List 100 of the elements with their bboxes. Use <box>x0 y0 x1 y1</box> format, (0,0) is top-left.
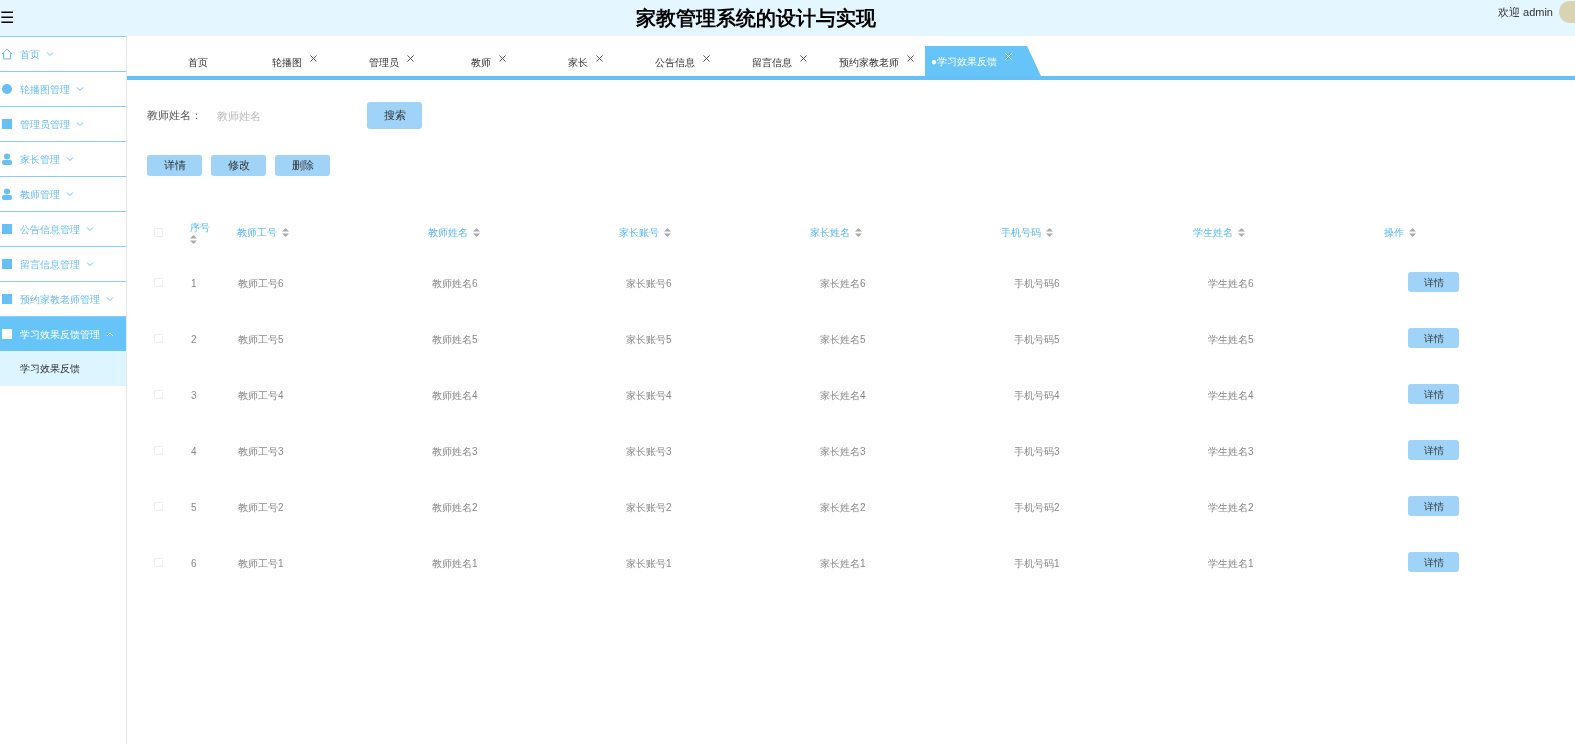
table-cell: 手机号码3 <box>1014 446 1060 457</box>
table-cell: 学生姓名2 <box>1208 502 1254 513</box>
table-cell: 家长账号1 <box>626 558 672 569</box>
table-cell: 教师工号4 <box>238 390 284 401</box>
tab[interactable]: 公告信息 <box>634 48 731 76</box>
sort-icon[interactable] <box>664 227 672 237</box>
tab[interactable]: 首页 <box>149 48 246 76</box>
chevron-down-icon <box>46 51 54 57</box>
table-cell: 家长账号3 <box>626 446 672 457</box>
chevron-down-icon <box>66 191 74 197</box>
action-button[interactable]: 详情 <box>147 155 202 176</box>
table-cell: 家长姓名1 <box>820 558 866 569</box>
chevron-down-icon <box>76 86 84 92</box>
table-cell: 学生姓名1 <box>1208 558 1254 569</box>
sort-icon[interactable] <box>281 227 289 237</box>
tab[interactable]: 轮播图 <box>246 48 343 76</box>
house-icon <box>0 47 14 61</box>
detail-button[interactable]: 详情 <box>1408 272 1459 292</box>
disc-icon <box>0 82 14 96</box>
avatar[interactable] <box>1559 1 1575 23</box>
table-cell: 家长账号6 <box>626 278 672 289</box>
detail-button[interactable]: 详情 <box>1408 384 1459 404</box>
sort-icon[interactable] <box>1237 227 1245 237</box>
table-cell: 家长姓名5 <box>820 334 866 345</box>
person-icon <box>0 187 14 201</box>
close-icon[interactable] <box>907 55 914 62</box>
table-cell: 1 <box>191 278 197 289</box>
table-cell: 手机号码2 <box>1014 502 1060 513</box>
search-field[interactable]: 教师姓名 <box>211 103 361 128</box>
sort-icon[interactable] <box>855 227 863 237</box>
table-cell: 教师姓名3 <box>432 446 478 457</box>
table-cell: 手机号码4 <box>1014 390 1060 401</box>
sort-icon[interactable] <box>1046 227 1054 237</box>
detail-button[interactable]: 详情 <box>1408 328 1459 348</box>
table-cell: 教师姓名2 <box>432 502 478 513</box>
table-cell: 家长姓名4 <box>820 390 866 401</box>
table-cell: 手机号码1 <box>1014 558 1060 569</box>
table-cell: 家长账号4 <box>626 390 672 401</box>
sort-icon[interactable] <box>472 227 480 237</box>
column-header: 学生姓名 <box>1192 225 1233 240</box>
sort-icon[interactable] <box>190 235 198 244</box>
close-icon[interactable] <box>596 55 603 62</box>
table-cell: 4 <box>191 446 197 457</box>
detail-button[interactable]: 详情 <box>1408 440 1459 460</box>
column-header: 操作 <box>1383 225 1404 240</box>
tab[interactable]: 留言信息 <box>731 48 828 76</box>
square-icon <box>0 257 14 271</box>
tab[interactable]: 预约家教老师 <box>828 48 925 76</box>
welcome-text: 欢迎 admin <box>1497 5 1553 20</box>
table-cell: 学生姓名5 <box>1208 334 1254 345</box>
table-cell: 教师姓名1 <box>432 558 478 569</box>
table-cell: 家长账号2 <box>626 502 672 513</box>
table-cell: 教师工号1 <box>238 558 284 569</box>
table-cell: 家长姓名3 <box>820 446 866 457</box>
sort-icon[interactable] <box>1408 227 1416 237</box>
chevron-down-icon <box>106 296 114 302</box>
close-icon[interactable] <box>499 55 506 62</box>
menu-button[interactable]: ☰ <box>0 10 14 26</box>
table-cell: 家长姓名2 <box>820 502 866 513</box>
table-cell: 教师工号2 <box>238 502 284 513</box>
table-cell: 6 <box>191 558 197 569</box>
table-cell: 教师姓名5 <box>432 334 478 345</box>
table-cell: 家长姓名6 <box>820 278 866 289</box>
action-button[interactable]: 修改 <box>211 155 266 176</box>
close-icon[interactable] <box>310 55 317 62</box>
table-cell: 2 <box>191 334 197 345</box>
table-cell: 5 <box>191 502 197 513</box>
table-cell: 教师工号5 <box>238 334 284 345</box>
close-icon[interactable] <box>800 55 807 62</box>
table-cell: 教师姓名4 <box>432 390 478 401</box>
table-cell: 教师姓名6 <box>432 278 478 289</box>
square-icon <box>0 327 14 341</box>
table-cell: 学生姓名3 <box>1208 446 1254 457</box>
action-button[interactable]: 删除 <box>275 155 330 176</box>
table-cell: 学生姓名6 <box>1208 278 1254 289</box>
table-cell: 3 <box>191 390 197 401</box>
app-title: 家教管理系统的设计与实现 <box>636 6 876 31</box>
table-cell: 教师工号3 <box>238 446 284 457</box>
tab[interactable]: 教师 <box>440 48 537 76</box>
chevron-down-icon <box>76 121 84 127</box>
detail-button[interactable]: 详情 <box>1408 496 1459 516</box>
detail-button[interactable]: 详情 <box>1408 552 1459 572</box>
table-cell: 手机号码5 <box>1014 334 1060 345</box>
chevron-up-icon <box>106 331 114 337</box>
square-icon <box>0 117 14 131</box>
close-icon[interactable] <box>703 55 710 62</box>
search-button[interactable]: 搜索 <box>367 102 422 129</box>
column-header: 序号 <box>190 221 211 235</box>
person-icon <box>0 152 14 166</box>
tab[interactable]: 管理员 <box>343 48 440 76</box>
submenu-item[interactable]: 学习效果反馈 <box>0 351 126 386</box>
table-cell: 手机号码6 <box>1014 278 1060 289</box>
column-header: 教师工号 <box>236 225 277 240</box>
chevron-down-icon <box>66 156 74 162</box>
column-header: 家长姓名 <box>810 225 851 240</box>
chevron-down-icon <box>86 261 94 267</box>
table-cell: 教师工号6 <box>238 278 284 289</box>
tab[interactable]: 家长 <box>537 48 634 76</box>
close-icon[interactable] <box>407 55 414 62</box>
column-header: 家长账号 <box>619 225 660 240</box>
